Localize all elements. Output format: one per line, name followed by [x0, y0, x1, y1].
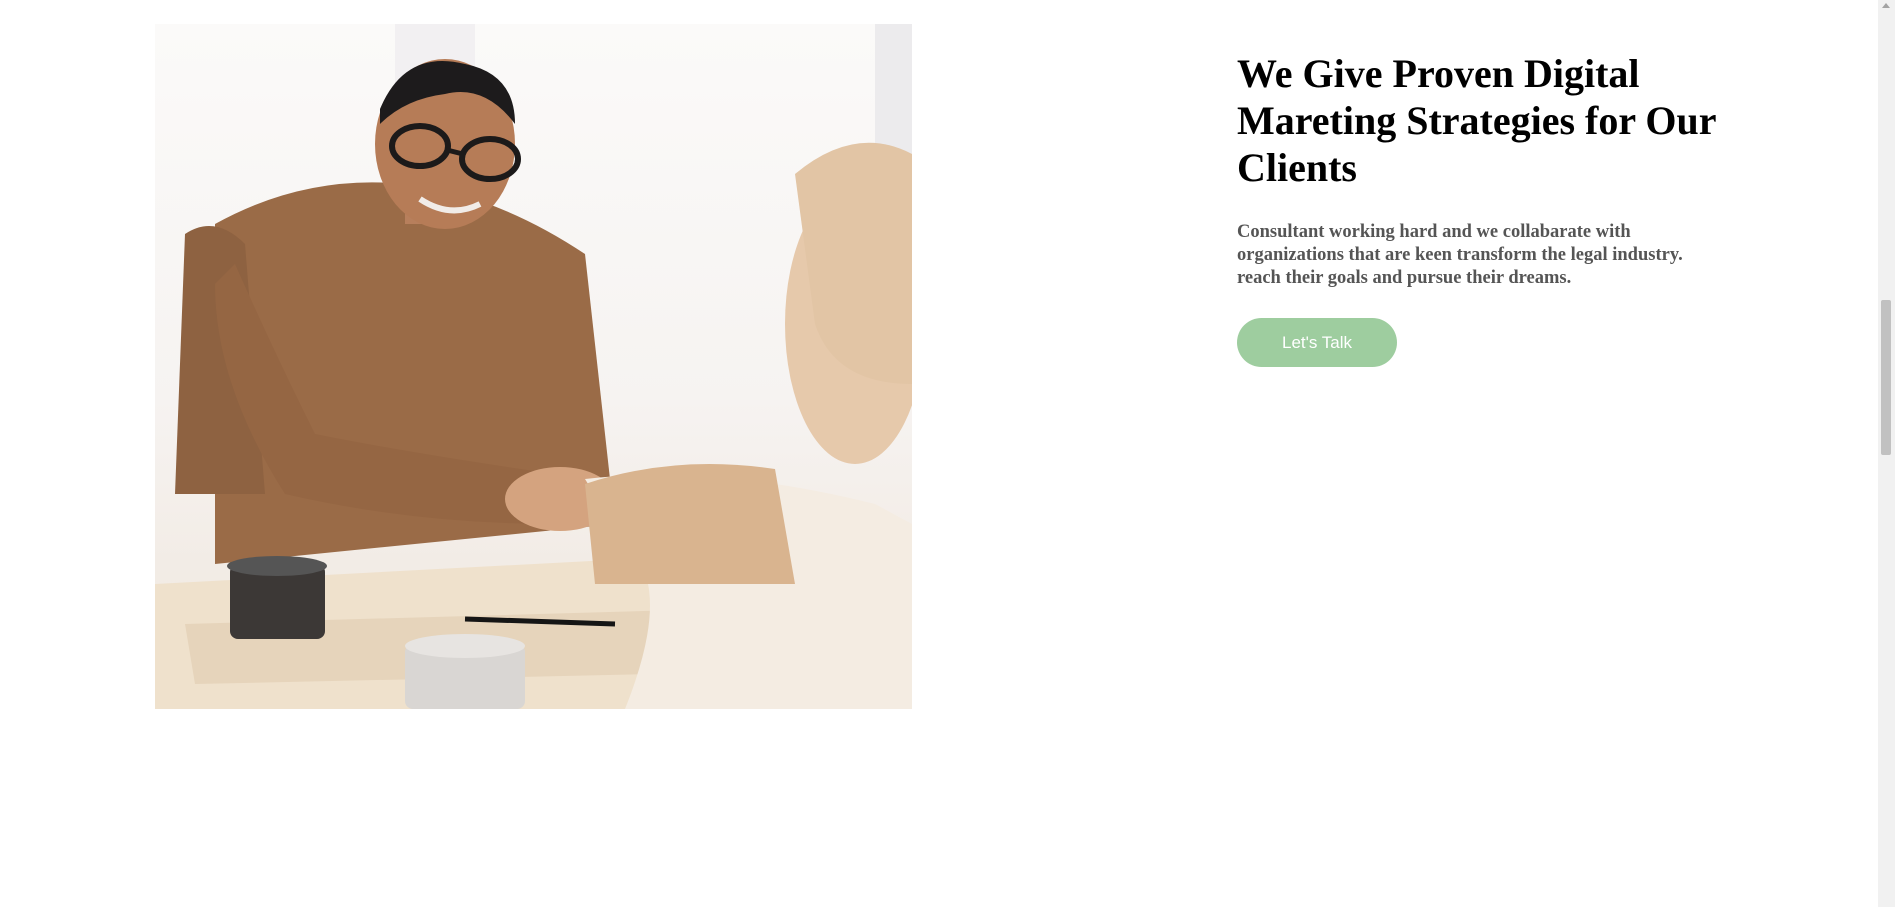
- page: We Give Proven Digital Mareting Strategi…: [0, 0, 1895, 907]
- scroll-up-arrow-icon[interactable]: [1882, 3, 1890, 8]
- hero-content: We Give Proven Digital Mareting Strategi…: [1237, 50, 1717, 290]
- handshake-illustration: [155, 24, 912, 709]
- hero-description: Consultant working hard and we collabara…: [1237, 222, 1683, 288]
- vertical-scrollbar[interactable]: [1878, 0, 1895, 907]
- lets-talk-button[interactable]: Let's Talk: [1237, 318, 1397, 367]
- scrollbar-thumb[interactable]: [1881, 300, 1891, 455]
- handshake-photo: [155, 24, 912, 709]
- hero-headline: We Give Proven Digital Mareting Strategi…: [1237, 51, 1716, 190]
